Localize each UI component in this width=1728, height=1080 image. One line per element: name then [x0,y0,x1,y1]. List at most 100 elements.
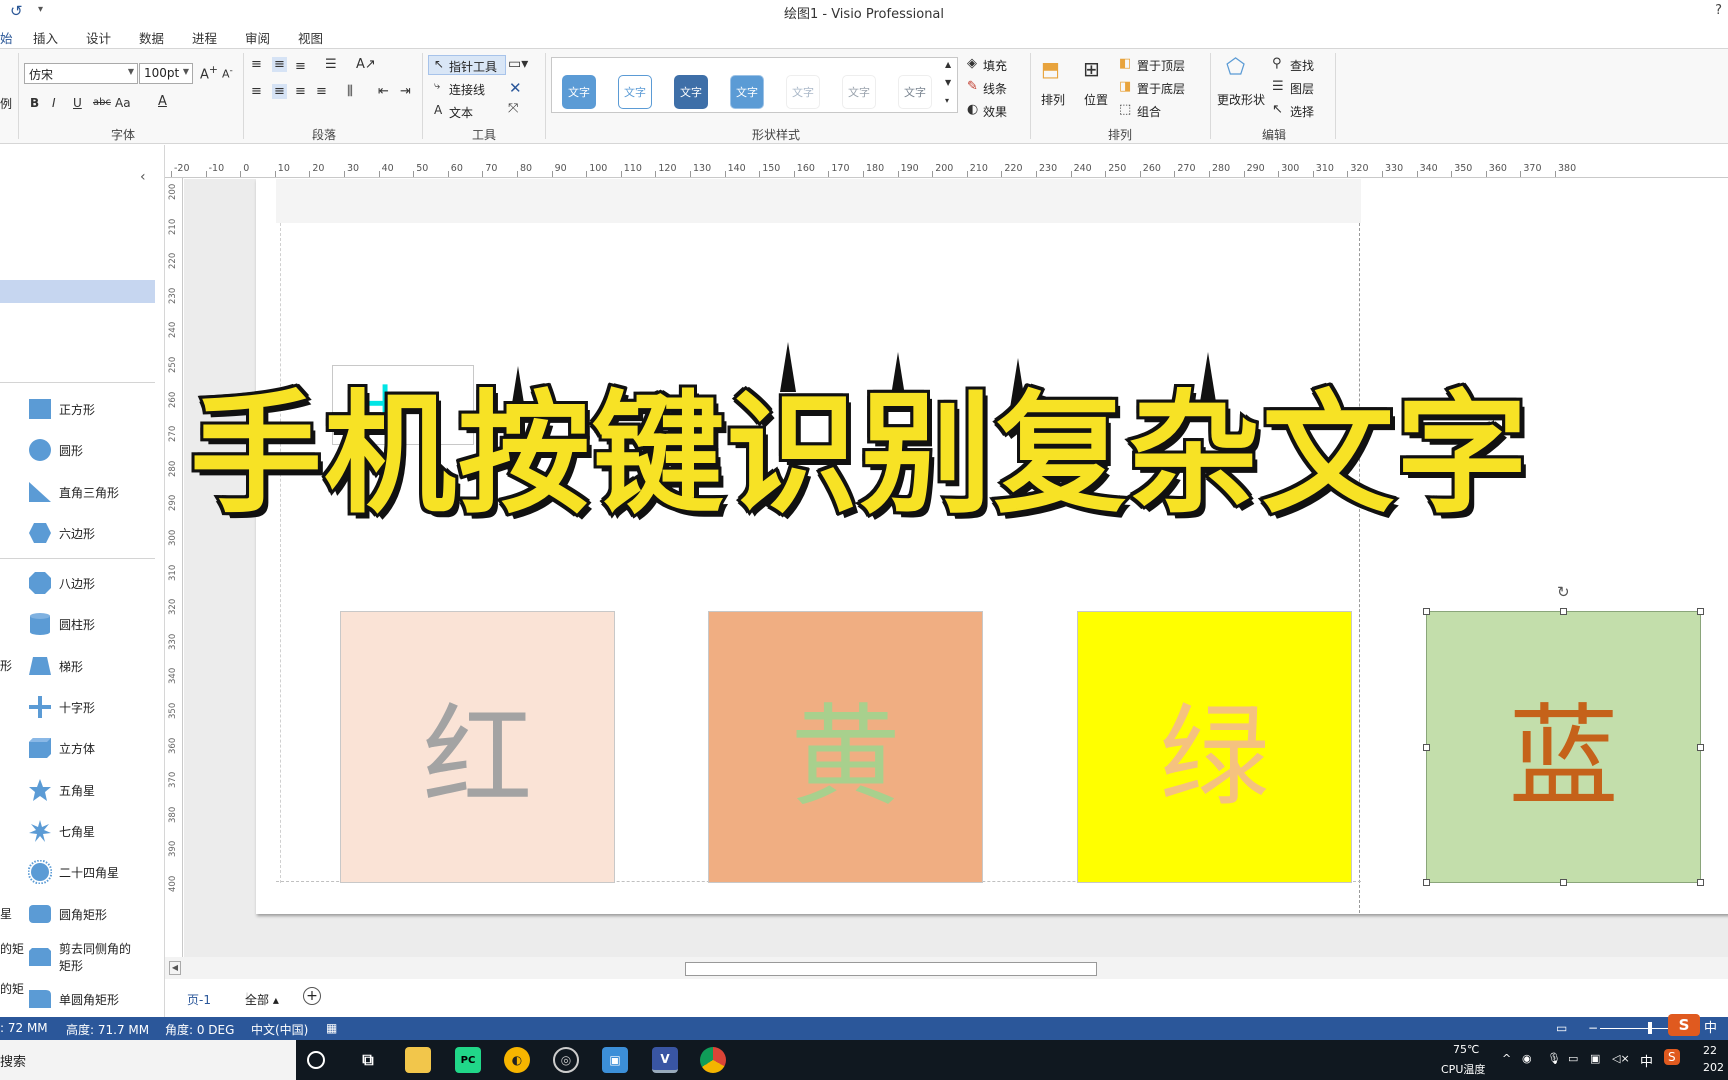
tab-review[interactable]: 审阅 [245,28,270,47]
resize-handle[interactable] [1560,608,1567,615]
underline-button[interactable]: U [73,96,82,110]
scroll-thumb[interactable] [685,962,1097,976]
tab-process[interactable]: 进程 [192,28,217,47]
resize-handle[interactable] [1697,879,1704,886]
sogou-icon[interactable]: S [1664,1049,1680,1065]
bold-button[interactable]: B [30,96,39,110]
fill-button[interactable]: 填充 [983,57,1007,74]
rectangle-tool-icon[interactable]: ▭▾ [508,56,528,72]
style-swatch[interactable]: 文字 [730,75,764,109]
font-name-combo[interactable]: 仿宋 ▼ [24,63,138,84]
taskbar-search[interactable]: 搜索 [0,1040,296,1080]
send-back-button[interactable]: 置于底层 [1137,80,1185,97]
shape-item-cylinder[interactable]: 圆柱形 [0,610,155,638]
shape-item-rounded-rect[interactable]: 圆角矩形 [0,900,155,928]
macro-icon[interactable]: ▦ [326,1021,337,1035]
presentation-icon[interactable]: ▭ [1556,1021,1567,1035]
tray-expand-icon[interactable]: ^ [1502,1052,1511,1065]
strikethrough-button[interactable]: abc [93,97,111,108]
paste-label-cut[interactable]: 例 [0,95,12,112]
grow-font-icon[interactable]: A+ [200,63,218,82]
effect-button[interactable]: 效果 [983,103,1007,120]
player-icon[interactable]: ◐ [504,1047,530,1073]
gallery-up-icon[interactable]: ▲ [945,60,951,69]
align-top-icon[interactable]: ≡ [251,57,262,72]
rotate-handle-icon[interactable]: ↻ [1557,583,1570,601]
resize-handle[interactable] [1697,744,1704,751]
layers-button[interactable]: 图层 [1290,80,1314,97]
horizontal-scrollbar[interactable]: ◀ [165,957,1728,979]
italic-button[interactable]: I [52,96,56,110]
align-center-icon[interactable]: ≡ [272,84,287,99]
microphone-icon[interactable]: 🎙 [1547,1052,1561,1065]
drawing-page[interactable]: 十 红 黄 绿 蓝 ↻ [256,179,1728,914]
shape-item-24-star[interactable]: 二十四角星 [0,858,155,886]
align-right-icon[interactable]: ≡ [295,84,306,99]
shape-item-cube[interactable]: 立方体 [0,734,155,762]
style-swatch[interactable]: 文字 [898,75,932,109]
resize-handle[interactable] [1560,879,1567,886]
scroll-left-icon[interactable]: ◀ [169,961,181,975]
visio-icon[interactable]: V [652,1047,678,1073]
connection-point-icon[interactable]: ⤧ [508,101,518,116]
shape-item-five-star[interactable]: 五角星 [0,776,155,804]
resize-handle[interactable] [1697,608,1704,615]
style-swatch[interactable]: 文字 [562,75,596,109]
status-language[interactable]: 中文(中国) [251,1021,308,1038]
style-swatch[interactable]: 文字 [786,75,820,109]
find-button[interactable]: 查找 [1290,57,1314,74]
tab-view[interactable]: 视图 [298,28,323,47]
cortana-icon[interactable] [307,1051,325,1069]
ime-float-indicator[interactable]: 中 [1704,1017,1717,1036]
shape-item-square[interactable]: 正方形 [0,395,155,423]
sogou-float-icon[interactable]: S [1668,1014,1700,1036]
position-button[interactable]: 位置 [1084,91,1108,108]
square-blue-selected[interactable]: 蓝 [1426,611,1701,883]
selected-stencil[interactable] [0,280,155,303]
decrease-indent-icon[interactable]: ⇤ [378,84,389,99]
increase-indent-icon[interactable]: ⇥ [400,84,411,99]
bring-front-button[interactable]: 置于顶层 [1137,57,1185,74]
task-view-icon[interactable]: ⧉ [355,1047,381,1073]
add-page-button[interactable]: + [303,987,321,1005]
connector-button[interactable]: 连接线 [449,81,485,98]
shape-item-circle[interactable]: 圆形 [0,436,155,464]
resize-handle[interactable] [1423,879,1430,886]
gallery-more-icon[interactable]: ▾ [945,96,949,105]
collapse-pane-icon[interactable]: ‹ [140,169,146,185]
gallery-down-icon[interactable]: ▼ [945,78,951,87]
arrange-button[interactable]: 排列 [1041,91,1065,108]
select-button[interactable]: 选择 [1290,103,1314,120]
shape-item-cross[interactable]: 十字形 [0,693,155,721]
close-x-icon[interactable]: ✕ [509,79,522,97]
file-explorer-icon[interactable] [405,1047,431,1073]
tab-home[interactable]: 始 [0,28,13,47]
ime-indicator[interactable]: 中 [1640,1051,1653,1070]
battery-icon[interactable]: ▭ [1568,1052,1578,1065]
square-red[interactable]: 红 [340,611,615,883]
square-green[interactable]: 绿 [1077,611,1352,883]
chrome-icon[interactable] [700,1047,726,1073]
bullets-icon[interactable]: ☰ [325,57,337,72]
shape-item-octagon[interactable]: 八边形 [0,569,155,597]
pointer-tool-button[interactable]: 指针工具 [449,58,497,75]
justify-icon[interactable]: ≡ [316,84,327,99]
tab-design[interactable]: 设计 [86,28,111,47]
line-button[interactable]: 线条 [983,80,1007,97]
help-button[interactable]: ? [1715,3,1722,18]
shape-item-trapezoid[interactable]: 梯形 [0,652,155,680]
zoom-out-icon[interactable]: − [1588,1021,1598,1035]
change-case-button[interactable]: Aa [115,96,131,110]
text-tool-button[interactable]: 文本 [449,104,473,121]
font-color-icon[interactable]: A [158,94,167,109]
network-icon[interactable]: ▣ [1590,1052,1600,1065]
zoom-slider-thumb[interactable] [1648,1022,1652,1034]
tab-insert[interactable]: 插入 [33,28,58,47]
resize-handle[interactable] [1423,744,1430,751]
pycharm-icon[interactable]: PC [455,1047,481,1073]
all-pages-button[interactable]: 全部 ▴ [245,991,279,1008]
style-swatch[interactable]: 文字 [674,75,708,109]
shrink-font-icon[interactable]: A- [222,65,233,81]
style-swatch[interactable]: 文字 [842,75,876,109]
page-tab-1[interactable]: 页-1 [187,991,211,1008]
